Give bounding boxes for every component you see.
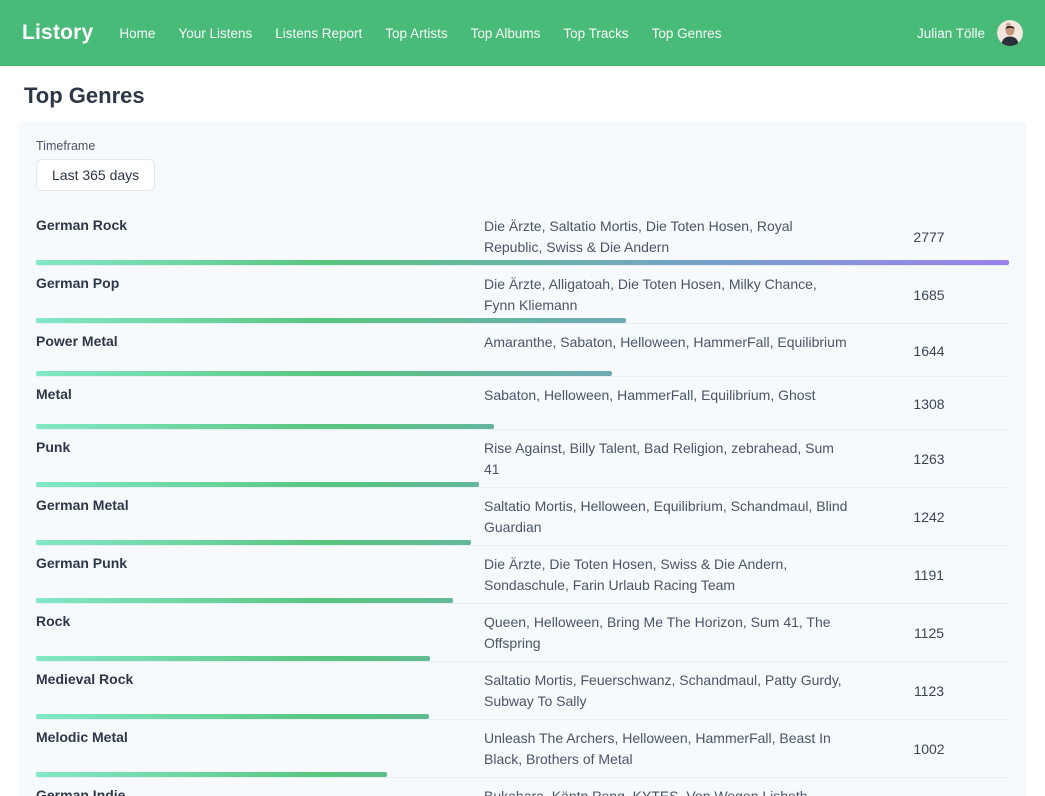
top-bar: Listory Home Your Listens Listens Report To… [0, 0, 1045, 66]
nav-item-top-albums[interactable]: Top Albums [471, 26, 541, 41]
top-genres-card: Timeframe Last 365 days German RockDie Ä… [18, 121, 1027, 796]
genre-row: Power MetalAmaranthe, Sabaton, Helloween… [36, 324, 1009, 377]
genre-progress-bar [36, 260, 1009, 265]
genre-progress-bar [36, 424, 494, 429]
genre-name: German Indie [36, 786, 484, 796]
user-menu[interactable]: Julian Tölle [917, 20, 1023, 46]
genre-row: German IndieBukahara, Käptn Peng, KYTES,… [36, 778, 1009, 796]
timeframe-label: Timeframe [36, 139, 1009, 153]
user-name: Julian Tölle [917, 26, 985, 41]
genre-listen-count: 1242 [849, 509, 1009, 525]
genre-name: German Pop [36, 274, 484, 291]
timeframe-select[interactable]: Last 365 days [36, 159, 155, 191]
genre-progress-bar [36, 540, 471, 545]
genre-row: German PunkDie Ärzte, Die Toten Hosen, S… [36, 546, 1009, 604]
genre-name: German Rock [36, 216, 484, 233]
genre-progress-bar [36, 656, 430, 661]
genres-table: German RockDie Ärzte, Saltatio Mortis, D… [36, 208, 1009, 796]
genre-top-artists: Saltatio Mortis, Feuerschwanz, Schandmau… [484, 670, 849, 712]
genre-row: PunkRise Against, Billy Talent, Bad Reli… [36, 430, 1009, 488]
genre-top-artists: Saltatio Mortis, Helloween, Equilibrium,… [484, 496, 849, 538]
genre-listen-count: 2777 [849, 229, 1009, 245]
nav-item-top-genres[interactable]: Top Genres [652, 26, 722, 41]
genre-listen-count: 1685 [849, 287, 1009, 303]
genre-listen-count: 1191 [849, 567, 1009, 583]
nav-item-listens-report[interactable]: Listens Report [275, 26, 362, 41]
genre-row: Medieval RockSaltatio Mortis, Feuerschwa… [36, 662, 1009, 720]
genre-listen-count: 1125 [849, 625, 1009, 641]
genre-name: Rock [36, 612, 484, 629]
genre-name: German Punk [36, 554, 484, 571]
genre-listen-count: 1123 [849, 683, 1009, 699]
nav-item-top-tracks[interactable]: Top Tracks [563, 26, 628, 41]
main-content: Top Genres Timeframe Last 365 days Germa… [0, 83, 1045, 796]
genre-name: Melodic Metal [36, 728, 484, 745]
genre-row: German RockDie Ärzte, Saltatio Mortis, D… [36, 208, 1009, 266]
genre-progress-bar [36, 598, 453, 603]
nav-item-top-artists[interactable]: Top Artists [385, 26, 447, 41]
app-logo[interactable]: Listory [22, 21, 93, 45]
user-avatar-icon[interactable] [997, 20, 1023, 46]
genre-top-artists: Die Ärzte, Die Toten Hosen, Swiss & Die … [484, 554, 849, 596]
genre-name: Power Metal [36, 332, 484, 349]
genre-progress-bar [36, 371, 612, 376]
genre-top-artists: Queen, Helloween, Bring Me The Horizon, … [484, 612, 849, 654]
genre-listen-count: 1308 [849, 396, 1009, 412]
genre-name: Punk [36, 438, 484, 455]
genre-progress-bar [36, 318, 626, 323]
genre-top-artists: Sabaton, Helloween, HammerFall, Equilibr… [484, 385, 849, 406]
genre-top-artists: Die Ärzte, Saltatio Mortis, Die Toten Ho… [484, 216, 849, 258]
nav-item-your-listens[interactable]: Your Listens [178, 26, 252, 41]
genre-listen-count: 1644 [849, 343, 1009, 359]
page-title: Top Genres [24, 83, 1045, 109]
genre-row: MetalSabaton, Helloween, HammerFall, Equ… [36, 377, 1009, 430]
genre-row: German PopDie Ärzte, Alligatoah, Die Tot… [36, 266, 1009, 324]
main-nav: Home Your Listens Listens Report Top Artist… [119, 26, 721, 41]
genre-progress-bar [36, 482, 479, 487]
genre-row: Melodic MetalUnleash The Archers, Hellow… [36, 720, 1009, 778]
genre-listen-count: 1263 [849, 451, 1009, 467]
genre-progress-bar [36, 714, 429, 719]
genre-top-artists: Bukahara, Käptn Peng, KYTES, Von Wegen L… [484, 786, 849, 796]
genre-listen-count: 1002 [849, 741, 1009, 757]
nav-item-home[interactable]: Home [119, 26, 155, 41]
genre-name: Metal [36, 385, 484, 402]
genre-progress-bar [36, 772, 387, 777]
genre-top-artists: Unleash The Archers, Helloween, HammerFa… [484, 728, 849, 770]
genre-top-artists: Die Ärzte, Alligatoah, Die Toten Hosen, … [484, 274, 849, 316]
genre-top-artists: Amaranthe, Sabaton, Helloween, HammerFal… [484, 332, 849, 353]
genre-row: RockQueen, Helloween, Bring Me The Horiz… [36, 604, 1009, 662]
genre-row: German MetalSaltatio Mortis, Helloween, … [36, 488, 1009, 546]
genre-name: German Metal [36, 496, 484, 513]
genre-top-artists: Rise Against, Billy Talent, Bad Religion… [484, 438, 849, 480]
genre-name: Medieval Rock [36, 670, 484, 687]
